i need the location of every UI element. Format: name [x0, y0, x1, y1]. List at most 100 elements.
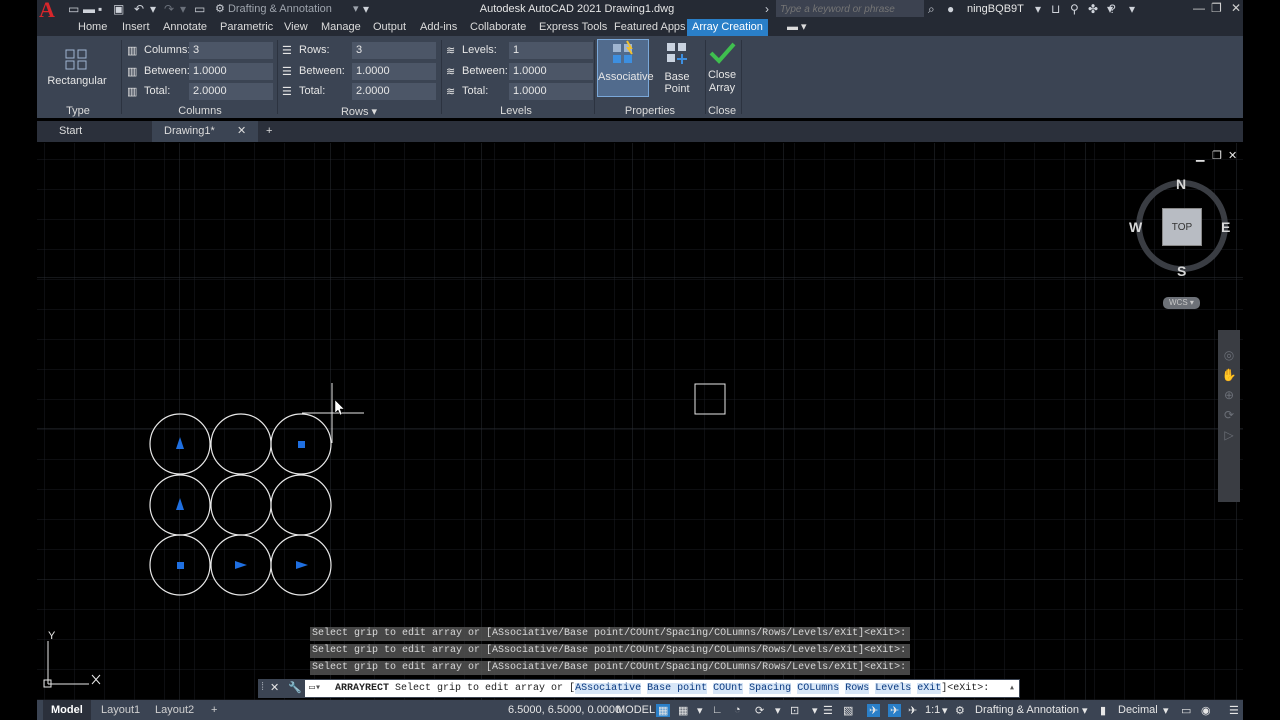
exchange-icon[interactable]: ⚲ — [1070, 2, 1079, 16]
drawing-canvas[interactable]: Y — [37, 143, 1243, 700]
option-associative[interactable]: ASsociative — [575, 683, 642, 694]
annotation-monitor-icon[interactable]: ▮ — [1100, 704, 1106, 717]
rectangular-type-button[interactable]: Rectangular — [47, 48, 107, 92]
ribbon-display-toggle-icon[interactable]: ▬ ▾ — [782, 19, 812, 36]
search-input[interactable] — [776, 0, 924, 17]
viewport-restore-icon[interactable]: ❐ — [1212, 149, 1222, 162]
osnap-dropdown-icon[interactable]: ▾ — [812, 704, 818, 717]
tab-addins[interactable]: Add-ins — [415, 19, 462, 36]
customize-toolbar-icon[interactable]: ▾ — [363, 2, 369, 16]
minimize-icon[interactable]: — — [1193, 1, 1205, 15]
polar-icon[interactable]: ◔ — [734, 704, 741, 716]
coordinates-readout[interactable]: 6.5000, 6.5000, 0.0000 — [508, 704, 621, 716]
customize-wrench-icon[interactable]: 🔧 — [288, 681, 302, 694]
viewport-minimize-icon[interactable]: ▁ — [1196, 149, 1204, 162]
ortho-icon[interactable]: ∟ — [712, 704, 723, 716]
workspace-dropdown-icon[interactable]: ▾ — [1082, 704, 1088, 717]
snap-dropdown-icon[interactable]: ▾ — [697, 704, 703, 717]
object-snap-icon[interactable]: ⊡ — [790, 704, 799, 717]
rows-group-label[interactable]: Rows ▾ — [282, 105, 436, 118]
save-icon[interactable]: ▪ — [98, 2, 102, 16]
levels-between-input[interactable]: 1.0000 — [509, 63, 593, 80]
pan-icon[interactable]: ✋ — [1218, 368, 1240, 382]
tab-layout2[interactable]: Layout2 — [147, 700, 202, 720]
command-input[interactable]: ▭▾ ARRAYRECT Select grip to edit array o… — [305, 680, 1019, 697]
option-spacing[interactable]: Spacing — [749, 683, 792, 694]
base-grip-icon[interactable] — [177, 562, 184, 569]
annotation-scale-icon[interactable]: ✈ — [908, 704, 917, 717]
grid-icon[interactable]: ▦ — [656, 704, 671, 717]
units-dropdown-icon[interactable]: ▾ — [1163, 704, 1169, 717]
close-tab-icon[interactable]: ✕ — [237, 121, 246, 142]
total-grip-icon[interactable] — [298, 441, 305, 448]
workspace-status[interactable]: Drafting & Annotation — [975, 704, 1079, 716]
compass-south[interactable]: S — [1177, 263, 1186, 279]
cart-icon[interactable]: ⊔ — [1051, 2, 1060, 16]
tab-collaborate[interactable]: Collaborate — [465, 19, 531, 36]
viewcube[interactable]: TOP N S W E — [1128, 172, 1236, 284]
tab-home[interactable]: Home — [73, 19, 112, 36]
user-dropdown-icon[interactable]: ▾ — [1035, 2, 1041, 16]
tab-featured-apps[interactable]: Featured Apps — [609, 19, 691, 36]
user-icon[interactable]: ● — [947, 2, 954, 16]
restore-icon[interactable]: ❐ — [1211, 1, 1222, 15]
annotation-scale-value[interactable]: 1:1 — [925, 704, 940, 716]
autodesk-connect-icon[interactable]: ✤ — [1088, 2, 1098, 16]
close-icon[interactable]: ✕ — [1231, 1, 1241, 15]
levels-count-input[interactable]: 1 — [509, 42, 593, 59]
columns-total-input[interactable]: 2.0000 — [189, 83, 273, 100]
tab-model[interactable]: Model — [43, 700, 91, 720]
search-icon[interactable]: ⌕ — [928, 2, 935, 16]
scale-dropdown-icon[interactable]: ▾ — [942, 704, 948, 717]
auto-scale-icon[interactable]: ✈ — [888, 704, 902, 717]
transparency-icon[interactable]: ▧ — [843, 704, 853, 717]
steering-wheel-icon[interactable]: ◎ — [1218, 348, 1240, 362]
isolate-objects-icon[interactable]: ◉ — [1201, 704, 1211, 717]
option-rows[interactable]: Rows — [845, 683, 870, 694]
user-name[interactable]: ningBQB9T — [967, 3, 1024, 15]
tab-output[interactable]: Output — [368, 19, 411, 36]
open-folder-icon[interactable]: ▬ — [83, 2, 95, 16]
isodraft-icon[interactable]: ⟳ — [755, 704, 764, 717]
tab-insert[interactable]: Insert — [117, 19, 155, 36]
option-levels[interactable]: Levels — [875, 683, 912, 694]
compass-east[interactable]: E — [1221, 219, 1230, 235]
close-command-line-icon[interactable]: ✕ — [270, 681, 279, 694]
option-columns[interactable]: COLumns — [797, 683, 840, 694]
tab-layout1[interactable]: Layout1 — [93, 700, 148, 720]
base-point-button[interactable]: Base Point — [651, 40, 703, 96]
model-space-toggle[interactable]: MODEL — [616, 704, 655, 716]
file-tab-start[interactable]: Start — [37, 121, 152, 142]
rows-count-input[interactable]: 3 — [352, 42, 436, 59]
share-icon[interactable]: ▭ — [194, 2, 205, 16]
quick-properties-icon[interactable]: ▭ — [1181, 704, 1191, 717]
viewcube-top-face[interactable]: TOP — [1162, 208, 1202, 246]
orbit-icon[interactable]: ⟳ — [1218, 408, 1240, 422]
file-tab-drawing1[interactable]: Drawing1* ✕ — [152, 121, 258, 142]
command-history-toggle-icon[interactable]: ▴ — [1009, 680, 1015, 697]
annotation-visibility-icon[interactable]: ✈ — [867, 704, 881, 717]
polar-dropdown-icon[interactable]: ▾ — [775, 704, 781, 717]
showmotion-icon[interactable]: ▷ — [1218, 428, 1240, 442]
add-layout-icon[interactable]: + — [203, 700, 225, 720]
rows-total-input[interactable]: 2.0000 — [352, 83, 436, 100]
compass-west[interactable]: W — [1129, 219, 1142, 235]
close-array-button[interactable]: Close Array — [707, 40, 737, 100]
expand-arrow-icon[interactable]: › — [765, 2, 769, 16]
option-exit[interactable]: eXit — [917, 683, 942, 694]
undo-icon[interactable]: ↶ — [134, 2, 144, 16]
undo-dropdown-icon[interactable]: ▾ — [150, 2, 156, 16]
tab-array-creation[interactable]: Array Creation — [687, 19, 768, 36]
redo-icon[interactable]: ↷ — [164, 2, 174, 16]
save-as-icon[interactable]: ▣ — [113, 2, 124, 16]
tab-annotate[interactable]: Annotate — [158, 19, 212, 36]
associative-button[interactable]: Associative — [597, 39, 654, 97]
compass-north[interactable]: N — [1176, 176, 1186, 192]
model-space[interactable]: Y — [37, 143, 1243, 700]
option-count[interactable]: COUnt — [713, 683, 744, 694]
new-file-icon[interactable]: ▭ — [68, 2, 79, 16]
command-line-grip-icon[interactable]: ⁞ — [261, 681, 264, 693]
columns-between-input[interactable]: 1.0000 — [189, 63, 273, 80]
help-icon[interactable]: ? — [1109, 2, 1116, 16]
recent-commands-icon[interactable]: ▭▾ — [309, 680, 321, 697]
